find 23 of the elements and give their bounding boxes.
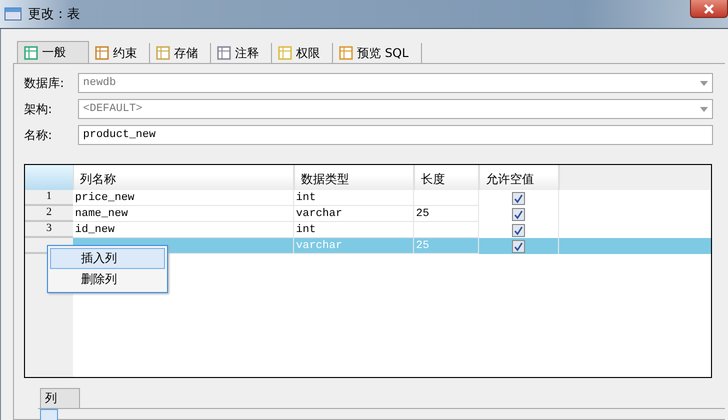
field-label: 架构: xyxy=(24,100,54,118)
window-title: 更改：表 xyxy=(28,6,80,23)
column-header[interactable]: 列名称 xyxy=(74,165,295,190)
tab[interactable]: 注释 xyxy=(211,43,272,63)
row-number: 1 xyxy=(25,190,73,206)
table-cell: varchar xyxy=(294,238,414,254)
menu-item[interactable]: 插入列 xyxy=(50,248,165,269)
field-label: 数据库: xyxy=(24,74,66,92)
tab[interactable]: 一般 xyxy=(17,41,89,63)
column-header[interactable]: 长度 xyxy=(415,165,480,190)
field-label: 名称: xyxy=(24,126,54,144)
column-header[interactable]: 数据类型 xyxy=(295,165,415,190)
input-field[interactable]: product_new xyxy=(78,125,713,145)
tab[interactable]: 列 xyxy=(40,388,80,408)
row-number: 2 xyxy=(25,206,73,222)
row-number: 3 xyxy=(25,222,73,238)
tab[interactable]: 约束 xyxy=(89,43,150,63)
table-cell: 25 xyxy=(414,238,479,254)
tab[interactable]: 预览 SQL xyxy=(333,43,422,63)
tab[interactable]: 权限 xyxy=(272,43,333,63)
tab[interactable]: 存储 xyxy=(150,43,211,63)
menu-item[interactable]: 删除列 xyxy=(50,269,165,290)
column-header[interactable]: 允许空值 xyxy=(480,165,560,190)
